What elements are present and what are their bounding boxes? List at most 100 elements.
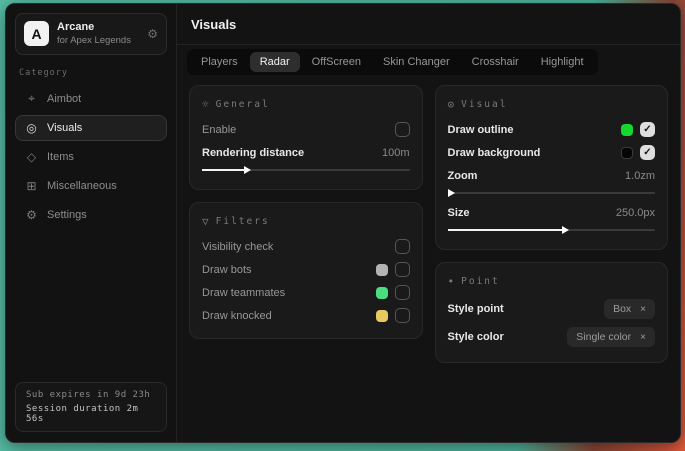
draw-outline-checkbox[interactable]: ✓ (640, 122, 655, 137)
page-title: Visuals (191, 17, 666, 32)
panel-point-title: • Point (448, 275, 656, 288)
draw-knocked-checkbox[interactable] (395, 308, 410, 323)
panel-point: • Point Style point Box × Style color S (435, 262, 669, 363)
draw-background-checkbox[interactable]: ✓ (640, 145, 655, 160)
app-window: A Arcane for Apex Legends ⚙ Category ⌖ A… (5, 3, 681, 443)
main-area: Visuals Players Radar OffScreen Skin Cha… (177, 4, 680, 442)
point-icon: • (448, 275, 455, 288)
draw-teammates-checkbox[interactable] (395, 285, 410, 300)
panel-visual: ⊙ Visual Draw outline ✓ Draw background (435, 85, 669, 250)
right-column: ⊙ Visual Draw outline ✓ Draw background (435, 85, 669, 375)
style-color-label: Style color (448, 331, 504, 343)
row-style-point: Style point Box × (448, 295, 656, 323)
style-point-select[interactable]: Box × (604, 299, 655, 319)
style-color-select[interactable]: Single color × (567, 327, 655, 347)
enable-checkbox[interactable] (395, 122, 410, 137)
eye-icon: ⊙ (448, 98, 455, 111)
cube-icon: ◇ (25, 150, 38, 164)
category-label: Category (19, 68, 163, 78)
rendering-distance-label: Rendering distance (202, 147, 304, 159)
row-draw-background: Draw background ✓ (448, 141, 656, 164)
size-slider[interactable] (448, 225, 656, 235)
content-grid: ☼ General Enable Rendering distance 100m (177, 75, 680, 442)
panel-visual-title: ⊙ Visual (448, 98, 656, 111)
draw-knocked-label: Draw knocked (202, 310, 272, 322)
style-point-label: Style point (448, 303, 504, 315)
row-style-color: Style color Single color × (448, 323, 656, 351)
row-draw-teammates: Draw teammates (202, 281, 410, 304)
draw-teammates-label: Draw teammates (202, 287, 285, 299)
visibility-check-label: Visibility check (202, 241, 273, 253)
close-icon[interactable]: × (640, 304, 646, 315)
row-enable: Enable (202, 118, 410, 141)
aimbot-icon: ⌖ (25, 91, 38, 106)
draw-outline-label: Draw outline (448, 124, 514, 136)
panel-filters: ▽ Filters Visibility check Draw bots (189, 202, 423, 339)
panel-title-text: Filters (216, 216, 270, 227)
brand-text: Arcane for Apex Legends (57, 21, 139, 47)
sidebar-item-settings[interactable]: ⚙ Settings (15, 202, 167, 228)
enable-label: Enable (202, 124, 236, 136)
subscription-card: Sub expires in 9d 23h Session duration 2… (15, 382, 167, 432)
close-icon[interactable]: × (640, 332, 646, 343)
draw-teammates-color-swatch[interactable] (376, 287, 388, 299)
draw-bots-color-swatch[interactable] (376, 264, 388, 276)
style-point-value: Box (613, 303, 631, 315)
app-logo: A (24, 21, 49, 46)
sidebar-item-miscellaneous[interactable]: ⊞ Miscellaneous (15, 173, 167, 199)
panel-title-text: Point (461, 276, 500, 287)
slider-thumb[interactable] (448, 229, 562, 231)
row-rendering-distance: Rendering distance 100m (202, 141, 410, 164)
filter-icon: ▽ (202, 215, 209, 228)
sidebar-item-aimbot[interactable]: ⌖ Aimbot (15, 86, 167, 112)
gear-icon[interactable]: ⚙ (147, 27, 158, 41)
row-draw-knocked: Draw knocked (202, 304, 410, 327)
row-zoom: Zoom 1.0zm (448, 164, 656, 187)
draw-knocked-color-swatch[interactable] (376, 310, 388, 322)
sidebar-item-label: Visuals (47, 122, 82, 134)
tab-crosshair[interactable]: Crosshair (462, 52, 529, 72)
row-draw-outline: Draw outline ✓ (448, 118, 656, 141)
settings-icon: ⚙ (25, 208, 38, 222)
zoom-label: Zoom (448, 170, 478, 182)
sidebar-item-items[interactable]: ◇ Items (15, 144, 167, 170)
tab-offscreen[interactable]: OffScreen (302, 52, 371, 72)
zoom-slider[interactable] (448, 188, 656, 198)
zoom-value: 1.0zm (625, 170, 655, 182)
draw-background-color-swatch[interactable] (621, 147, 633, 159)
sidebar-item-visuals[interactable]: ◎ Visuals (15, 115, 167, 141)
sidebar-item-label: Settings (47, 209, 87, 221)
draw-bots-checkbox[interactable] (395, 262, 410, 277)
tab-players[interactable]: Players (191, 52, 248, 72)
panel-title-text: Visual (461, 99, 507, 110)
tab-skin-changer[interactable]: Skin Changer (373, 52, 460, 72)
rendering-distance-slider[interactable] (202, 165, 410, 175)
main-header: Visuals (177, 4, 680, 45)
sidebar-item-label: Aimbot (47, 93, 81, 105)
sub-expires-text: Sub expires in 9d 23h (26, 390, 156, 400)
panel-general-title: ☼ General (202, 98, 410, 111)
left-column: ☼ General Enable Rendering distance 100m (189, 85, 423, 351)
tabstrip: Players Radar OffScreen Skin Changer Cro… (187, 49, 598, 75)
general-icon: ☼ (202, 98, 209, 111)
tab-highlight[interactable]: Highlight (531, 52, 594, 72)
brand-card: A Arcane for Apex Legends ⚙ (15, 13, 167, 55)
row-draw-bots: Draw bots (202, 258, 410, 281)
sidebar-item-label: Items (47, 151, 74, 163)
panel-filters-title: ▽ Filters (202, 215, 410, 228)
size-value: 250.0px (616, 207, 655, 219)
style-color-value: Single color (576, 331, 631, 343)
draw-background-label: Draw background (448, 147, 541, 159)
rendering-distance-value: 100m (382, 147, 410, 159)
tabstrip-row: Players Radar OffScreen Skin Changer Cro… (177, 45, 680, 75)
slider-thumb[interactable] (202, 169, 244, 171)
panel-title-text: General (216, 99, 270, 110)
sidebar-item-label: Miscellaneous (47, 180, 117, 192)
tab-radar[interactable]: Radar (250, 52, 300, 72)
panel-general: ☼ General Enable Rendering distance 100m (189, 85, 423, 190)
draw-outline-color-swatch[interactable] (621, 124, 633, 136)
visibility-check-checkbox[interactable] (395, 239, 410, 254)
app-subtitle: for Apex Legends (57, 36, 139, 47)
slider-track (448, 192, 656, 194)
sidebar: A Arcane for Apex Legends ⚙ Category ⌖ A… (6, 4, 177, 442)
